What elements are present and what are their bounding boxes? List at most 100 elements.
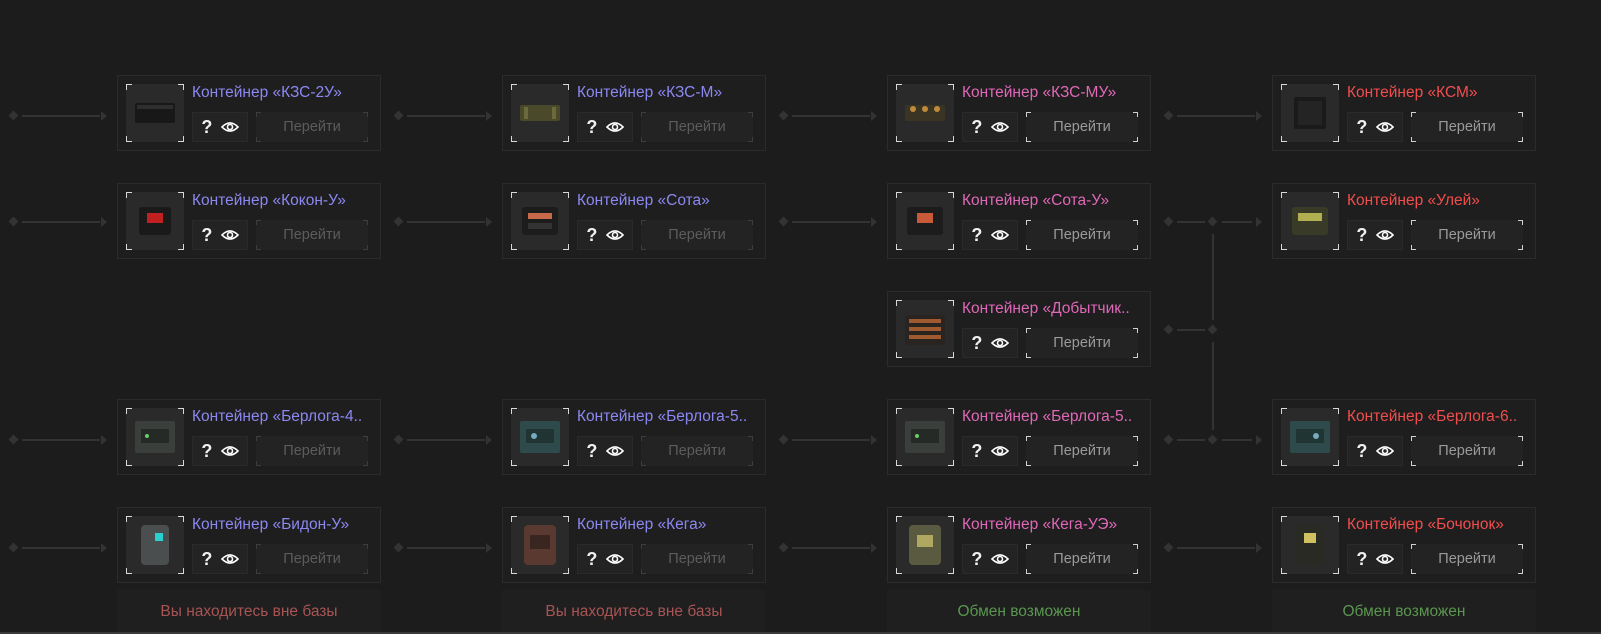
help-icon[interactable]: ? bbox=[971, 225, 982, 246]
eye-icon[interactable] bbox=[220, 229, 239, 241]
help-icon[interactable]: ? bbox=[201, 225, 212, 246]
info-group: ? bbox=[962, 328, 1018, 358]
eye-icon[interactable] bbox=[220, 553, 239, 565]
eye-icon[interactable] bbox=[220, 445, 239, 457]
eye-icon[interactable] bbox=[605, 445, 624, 457]
container-kokon-icon bbox=[126, 192, 184, 250]
go-button[interactable]: Перейти bbox=[1026, 544, 1138, 574]
eye-icon[interactable] bbox=[1375, 229, 1394, 241]
container-berloga-icon bbox=[511, 408, 569, 466]
go-button[interactable]: Перейти bbox=[641, 436, 753, 466]
help-icon[interactable]: ? bbox=[586, 117, 597, 138]
container-card[interactable]: Контейнер «Берлога-4.. ? Перейти bbox=[117, 399, 381, 475]
container-berloga-icon bbox=[126, 408, 184, 466]
container-bidon-icon bbox=[126, 516, 184, 574]
container-title: Контейнер «Сота-У» bbox=[962, 192, 1110, 209]
container-title: Контейнер «Улей» bbox=[1347, 192, 1480, 209]
info-group: ? bbox=[962, 112, 1018, 142]
eye-icon[interactable] bbox=[1375, 121, 1394, 133]
help-icon[interactable]: ? bbox=[586, 225, 597, 246]
go-button[interactable]: Перейти bbox=[1026, 436, 1138, 466]
status-footer: Обмен возможен bbox=[887, 590, 1151, 634]
eye-icon[interactable] bbox=[990, 445, 1009, 457]
container-kzs-icon bbox=[511, 84, 569, 142]
container-title: Контейнер «Берлога-4.. bbox=[192, 408, 363, 425]
info-group: ? bbox=[577, 112, 633, 142]
container-card[interactable]: Контейнер «Берлога-6.. ? Перейти bbox=[1272, 399, 1536, 475]
eye-icon[interactable] bbox=[1375, 445, 1394, 457]
container-card[interactable]: Контейнер «КЗС-2У» ? Перейти bbox=[117, 75, 381, 151]
go-button[interactable]: Перейти bbox=[641, 220, 753, 250]
container-title: Контейнер «КЗС-М» bbox=[577, 84, 723, 101]
eye-icon[interactable] bbox=[990, 337, 1009, 349]
info-group: ? bbox=[192, 436, 248, 466]
info-group: ? bbox=[577, 220, 633, 250]
container-card[interactable]: Контейнер «Бочонок» ? Перейти bbox=[1272, 507, 1536, 583]
go-button[interactable]: Перейти bbox=[1411, 544, 1523, 574]
container-card[interactable]: Контейнер «Бидон-У» ? Перейти bbox=[117, 507, 381, 583]
eye-icon[interactable] bbox=[990, 229, 1009, 241]
help-icon[interactable]: ? bbox=[201, 441, 212, 462]
go-button[interactable]: Перейти bbox=[1411, 112, 1523, 142]
eye-icon[interactable] bbox=[990, 121, 1009, 133]
go-button[interactable]: Перейти bbox=[256, 436, 368, 466]
help-icon[interactable]: ? bbox=[1356, 117, 1367, 138]
container-title: Контейнер «Добытчик.. bbox=[962, 300, 1130, 317]
help-icon[interactable]: ? bbox=[971, 441, 982, 462]
eye-icon[interactable] bbox=[220, 121, 239, 133]
go-button[interactable]: Перейти bbox=[1026, 112, 1138, 142]
go-button[interactable]: Перейти bbox=[256, 112, 368, 142]
container-card[interactable]: Контейнер «Кега-УЭ» ? Перейти bbox=[887, 507, 1151, 583]
container-card[interactable]: Контейнер «КЗС-МУ» ? Перейти bbox=[887, 75, 1151, 151]
info-group: ? bbox=[962, 544, 1018, 574]
help-icon[interactable]: ? bbox=[201, 549, 212, 570]
container-title: Контейнер «Бидон-У» bbox=[192, 516, 350, 533]
container-title: Контейнер «Берлога-5.. bbox=[962, 408, 1133, 425]
go-button[interactable]: Перейти bbox=[256, 220, 368, 250]
help-icon[interactable]: ? bbox=[1356, 225, 1367, 246]
container-bochonok-icon bbox=[1281, 516, 1339, 574]
go-button[interactable]: Перейти bbox=[641, 112, 753, 142]
help-icon[interactable]: ? bbox=[971, 549, 982, 570]
help-icon[interactable]: ? bbox=[1356, 441, 1367, 462]
help-icon[interactable]: ? bbox=[1356, 549, 1367, 570]
go-button[interactable]: Перейти bbox=[1411, 220, 1523, 250]
eye-icon[interactable] bbox=[605, 229, 624, 241]
eye-icon[interactable] bbox=[1375, 553, 1394, 565]
help-icon[interactable]: ? bbox=[201, 117, 212, 138]
eye-icon[interactable] bbox=[990, 553, 1009, 565]
go-button[interactable]: Перейти bbox=[1411, 436, 1523, 466]
container-kzs-icon bbox=[126, 84, 184, 142]
container-card[interactable]: Контейнер «Улей» ? Перейти bbox=[1272, 183, 1536, 259]
eye-icon[interactable] bbox=[605, 553, 624, 565]
container-dobytchik-icon bbox=[896, 300, 954, 358]
help-icon[interactable]: ? bbox=[971, 117, 982, 138]
container-ksm-icon bbox=[1281, 84, 1339, 142]
container-title: Контейнер «КЗС-2У» bbox=[192, 84, 342, 101]
help-icon[interactable]: ? bbox=[586, 549, 597, 570]
help-icon[interactable]: ? bbox=[971, 333, 982, 354]
container-card[interactable]: Контейнер «Кокон-У» ? Перейти bbox=[117, 183, 381, 259]
container-card[interactable]: Контейнер «Берлога-5.. ? Перейти bbox=[887, 399, 1151, 475]
eye-icon[interactable] bbox=[605, 121, 624, 133]
go-button[interactable]: Перейти bbox=[256, 544, 368, 574]
container-sota-icon bbox=[511, 192, 569, 250]
info-group: ? bbox=[962, 220, 1018, 250]
container-card[interactable]: Контейнер «Добытчик.. ? Перейти bbox=[887, 291, 1151, 367]
container-berloga-icon bbox=[1281, 408, 1339, 466]
help-icon[interactable]: ? bbox=[586, 441, 597, 462]
container-title: Контейнер «Бочонок» bbox=[1347, 516, 1504, 533]
info-group: ? bbox=[577, 436, 633, 466]
info-group: ? bbox=[1347, 544, 1403, 574]
go-button[interactable]: Перейти bbox=[641, 544, 753, 574]
container-card[interactable]: Контейнер «КСМ» ? Перейти bbox=[1272, 75, 1536, 151]
container-kega-icon bbox=[511, 516, 569, 574]
container-card[interactable]: Контейнер «Берлога-5.. ? Перейти bbox=[502, 399, 766, 475]
container-card[interactable]: Контейнер «Сота» ? Перейти bbox=[502, 183, 766, 259]
container-card[interactable]: Контейнер «КЗС-М» ? Перейти bbox=[502, 75, 766, 151]
go-button[interactable]: Перейти bbox=[1026, 328, 1138, 358]
go-button[interactable]: Перейти bbox=[1026, 220, 1138, 250]
container-card[interactable]: Контейнер «Сота-У» ? Перейти bbox=[887, 183, 1151, 259]
container-berloga-icon bbox=[896, 408, 954, 466]
container-card[interactable]: Контейнер «Кега» ? Перейти bbox=[502, 507, 766, 583]
